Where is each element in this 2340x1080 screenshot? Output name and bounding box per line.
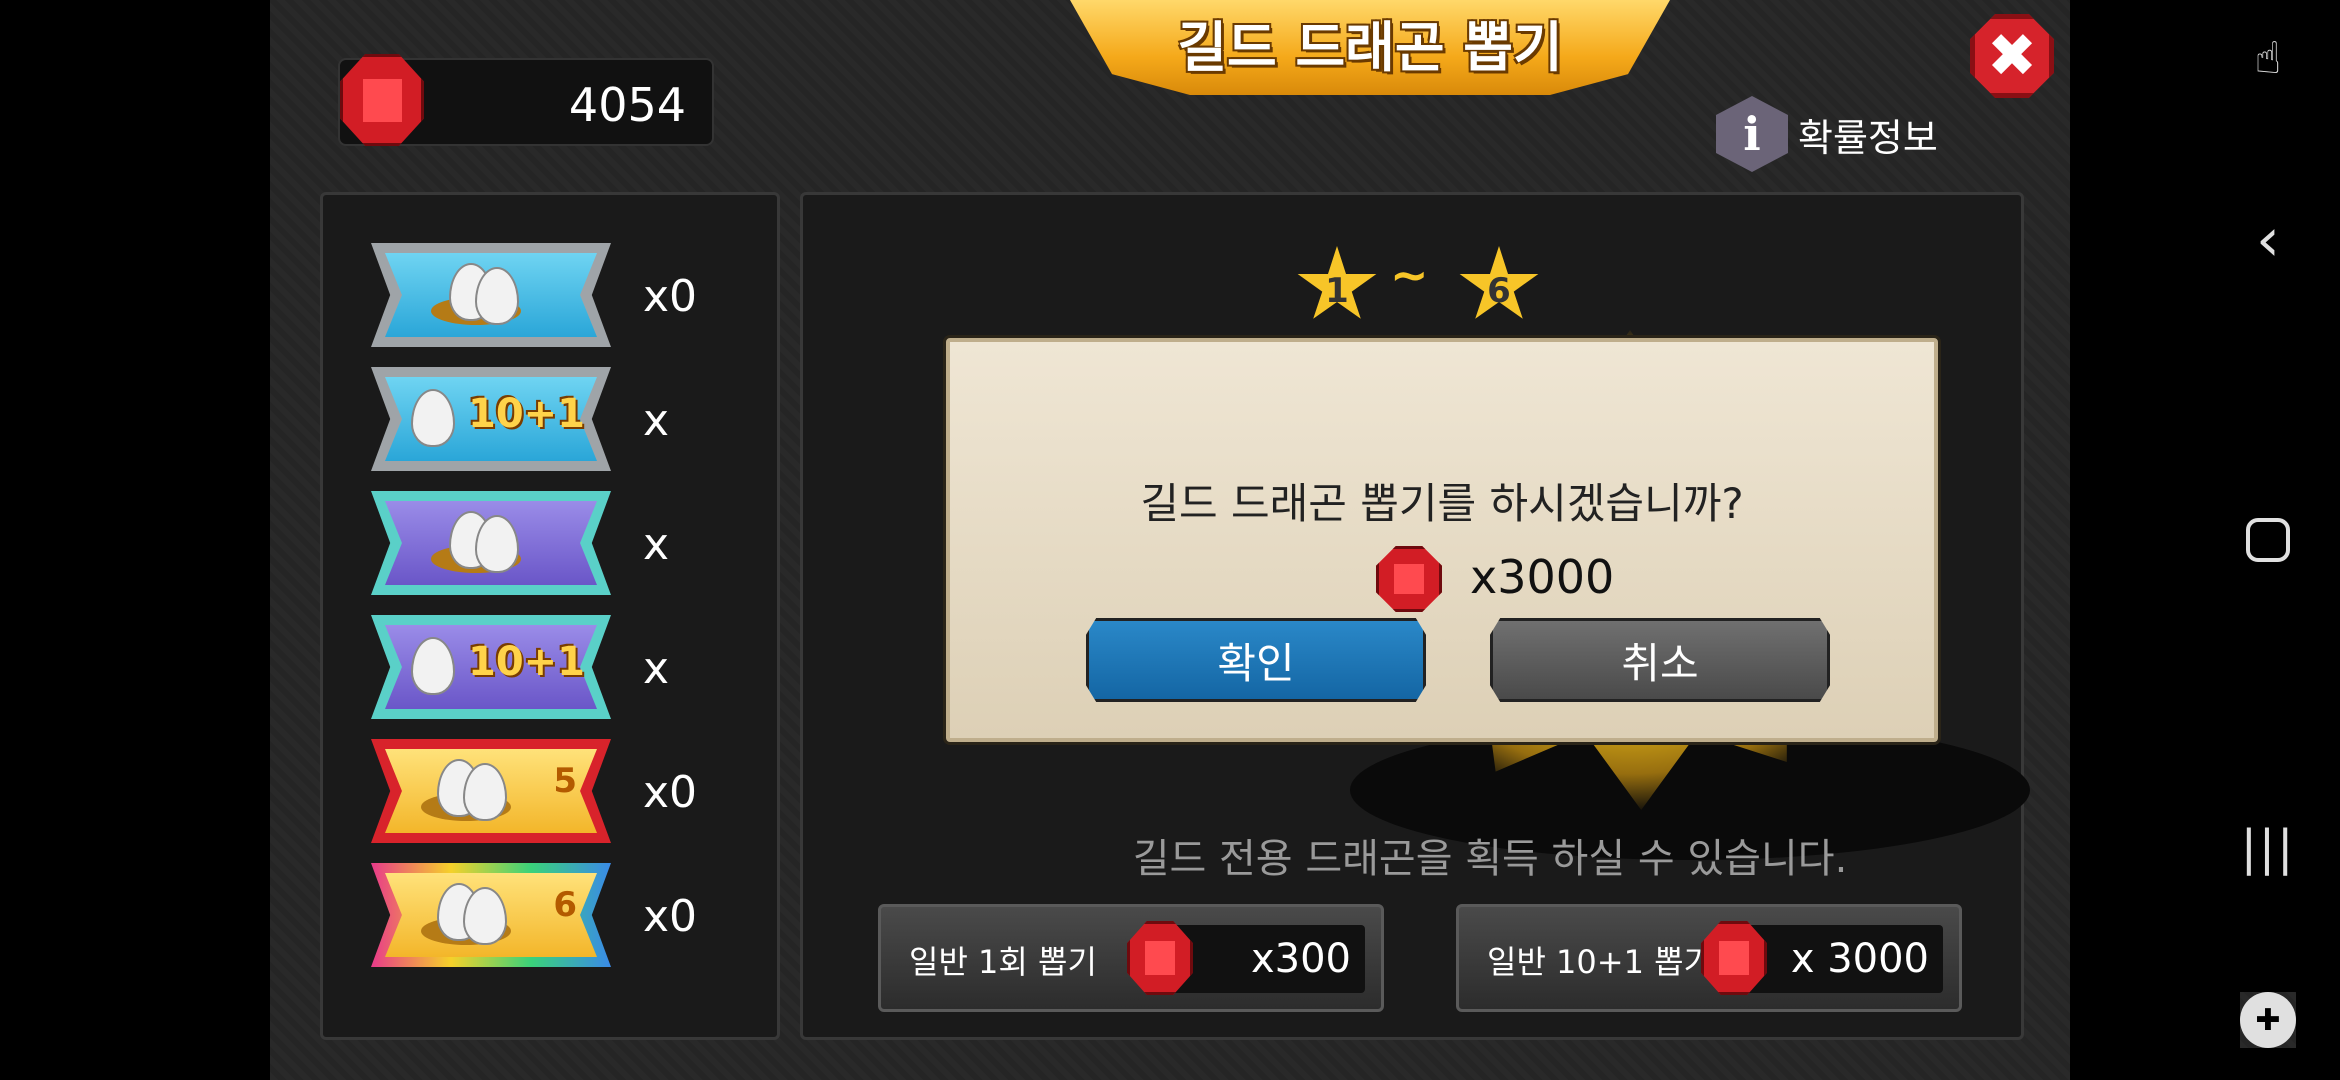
gem-count: 4054: [568, 78, 686, 132]
ticket-row[interactable]: x0: [371, 243, 771, 347]
gem-icon: [1376, 546, 1442, 612]
home-icon: [2246, 518, 2290, 562]
ticket-count: x0: [643, 891, 698, 942]
draw-description: 길드 전용 드래곤을 획득 하실 수 있습니다.: [1132, 836, 1848, 882]
info-icon: i: [1716, 96, 1788, 172]
system-navbar: [2070, 0, 2340, 1080]
close-icon: ✖: [1986, 21, 2038, 91]
game-screen: 4054 길드 드래곤 뽑기 ✖ i 확률정보 x0 10+1 x x 10+1…: [270, 0, 2070, 1080]
ticket-badge: 10+1: [467, 639, 585, 685]
gamepad-icon: ✚: [2240, 992, 2296, 1048]
draw-11-button[interactable]: 일반 10+1 뽑기 x 3000: [1456, 904, 1962, 1012]
ticket-star6-rainbow[interactable]: 6: [371, 863, 611, 967]
home-button[interactable]: [2240, 512, 2296, 568]
ticket-row[interactable]: 10+1 x: [371, 615, 771, 719]
back-icon[interactable]: ‹: [2240, 205, 2296, 275]
title-banner: 길드 드래곤 뽑기: [1070, 0, 1670, 95]
ticket-panel: x0 10+1 x x 10+1 x 5 x0 6 x0: [320, 192, 780, 1040]
ticket-count: x: [643, 519, 670, 570]
cancel-button[interactable]: 취소: [1490, 618, 1830, 702]
draw-11-label: 일반 10+1 뽑기: [1487, 943, 1713, 981]
ticket-count: x: [643, 395, 670, 446]
star-range-separator: ~: [1390, 248, 1429, 302]
ticket-star5-red[interactable]: 5: [371, 739, 611, 843]
ticket-single-blue[interactable]: [371, 243, 611, 347]
touch-lock-icon[interactable]: ☝: [2240, 30, 2296, 86]
page-title: 길드 드래곤 뽑기: [1177, 16, 1563, 79]
ticket-row[interactable]: 6 x0: [371, 863, 771, 967]
dialog-cost: x3000: [1470, 550, 1615, 604]
ticket-count: x0: [643, 767, 698, 818]
confirm-dialog: 길드 드래곤 뽑기를 하시겠습니까? x3000 확인 취소: [946, 338, 1938, 742]
ticket-row[interactable]: x: [371, 491, 771, 595]
draw-single-price: x300: [1250, 936, 1351, 982]
gem-icon: [1127, 921, 1193, 995]
ticket-row[interactable]: 5 x0: [371, 739, 771, 843]
ticket-10plus1-purple[interactable]: 10+1: [371, 615, 611, 719]
gem-icon: [1701, 921, 1767, 995]
star-grade: 6: [553, 885, 577, 925]
confirm-button[interactable]: 확인: [1086, 618, 1426, 702]
dialog-question: 길드 드래곤 뽑기를 하시겠습니까?: [1140, 479, 1744, 528]
recent-apps-icon[interactable]: |||: [2240, 820, 2296, 876]
probability-info-button[interactable]: i 확률정보: [1716, 96, 1938, 172]
draw-single-button[interactable]: 일반 1회 뽑기 x300: [878, 904, 1384, 1012]
ticket-10plus1-blue[interactable]: 10+1: [371, 367, 611, 471]
draw-11-price: x 3000: [1790, 936, 1929, 982]
ticket-single-purple[interactable]: [371, 491, 611, 595]
star-grade: 5: [553, 761, 577, 801]
close-button[interactable]: ✖: [1970, 14, 2054, 98]
info-label: 확률정보: [1798, 115, 1938, 160]
ticket-row[interactable]: 10+1 x: [371, 367, 771, 471]
game-tools-button[interactable]: ✚: [2240, 992, 2296, 1048]
ticket-badge: 10+1: [467, 391, 585, 437]
draw-single-label: 일반 1회 뽑기: [909, 943, 1097, 981]
gem-icon: [340, 54, 424, 146]
ticket-count: x0: [643, 271, 698, 322]
ticket-count: x: [643, 643, 670, 694]
